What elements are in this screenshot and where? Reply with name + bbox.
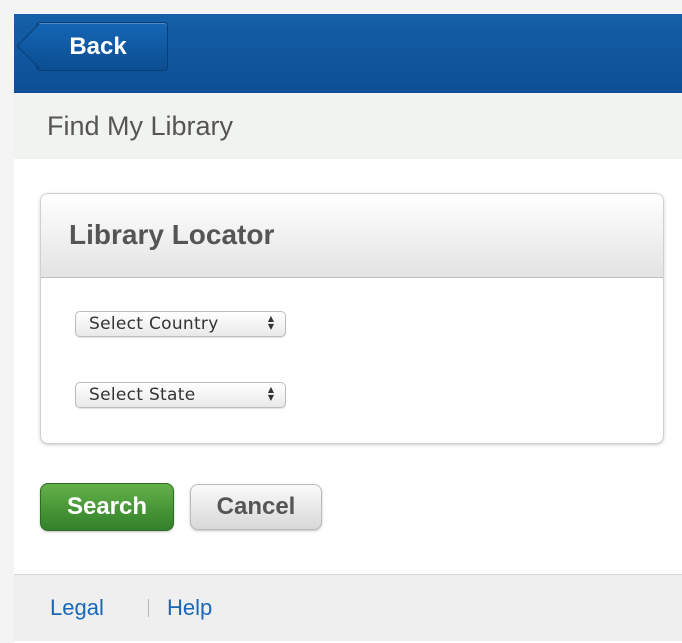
cancel-button[interactable]: Cancel (190, 484, 322, 530)
cancel-button-label: Cancel (216, 493, 296, 520)
left-edge (0, 14, 14, 643)
up-down-chevron-icon: ▲ ▼ (267, 314, 274, 331)
library-locator-panel: Library Locator Select Country ▲ ▼ Select… (40, 193, 664, 444)
title-bar: Find My Library (14, 93, 682, 159)
search-button[interactable]: Search (40, 483, 174, 531)
panel-header: Library Locator (41, 194, 663, 278)
search-button-label: Search (66, 493, 148, 520)
footer: Legal Help (14, 574, 682, 641)
footer-divider (148, 599, 149, 617)
country-select[interactable]: Select Country ▲ ▼ (75, 311, 286, 337)
header-bar: Back (14, 14, 682, 93)
up-down-chevron-icon: ▲ ▼ (267, 385, 274, 402)
page-title: Find My Library (47, 111, 234, 141)
country-select-value: Select Country (89, 314, 219, 334)
state-select-value: Select State (89, 385, 196, 405)
panel-title: Library Locator (69, 219, 275, 250)
top-edge (0, 0, 682, 14)
state-select[interactable]: Select State ▲ ▼ (75, 382, 286, 408)
back-button-label: Back (69, 32, 127, 60)
back-button[interactable]: Back (36, 22, 168, 71)
help-link[interactable]: Help (167, 595, 212, 621)
legal-link[interactable]: Legal (50, 595, 104, 621)
